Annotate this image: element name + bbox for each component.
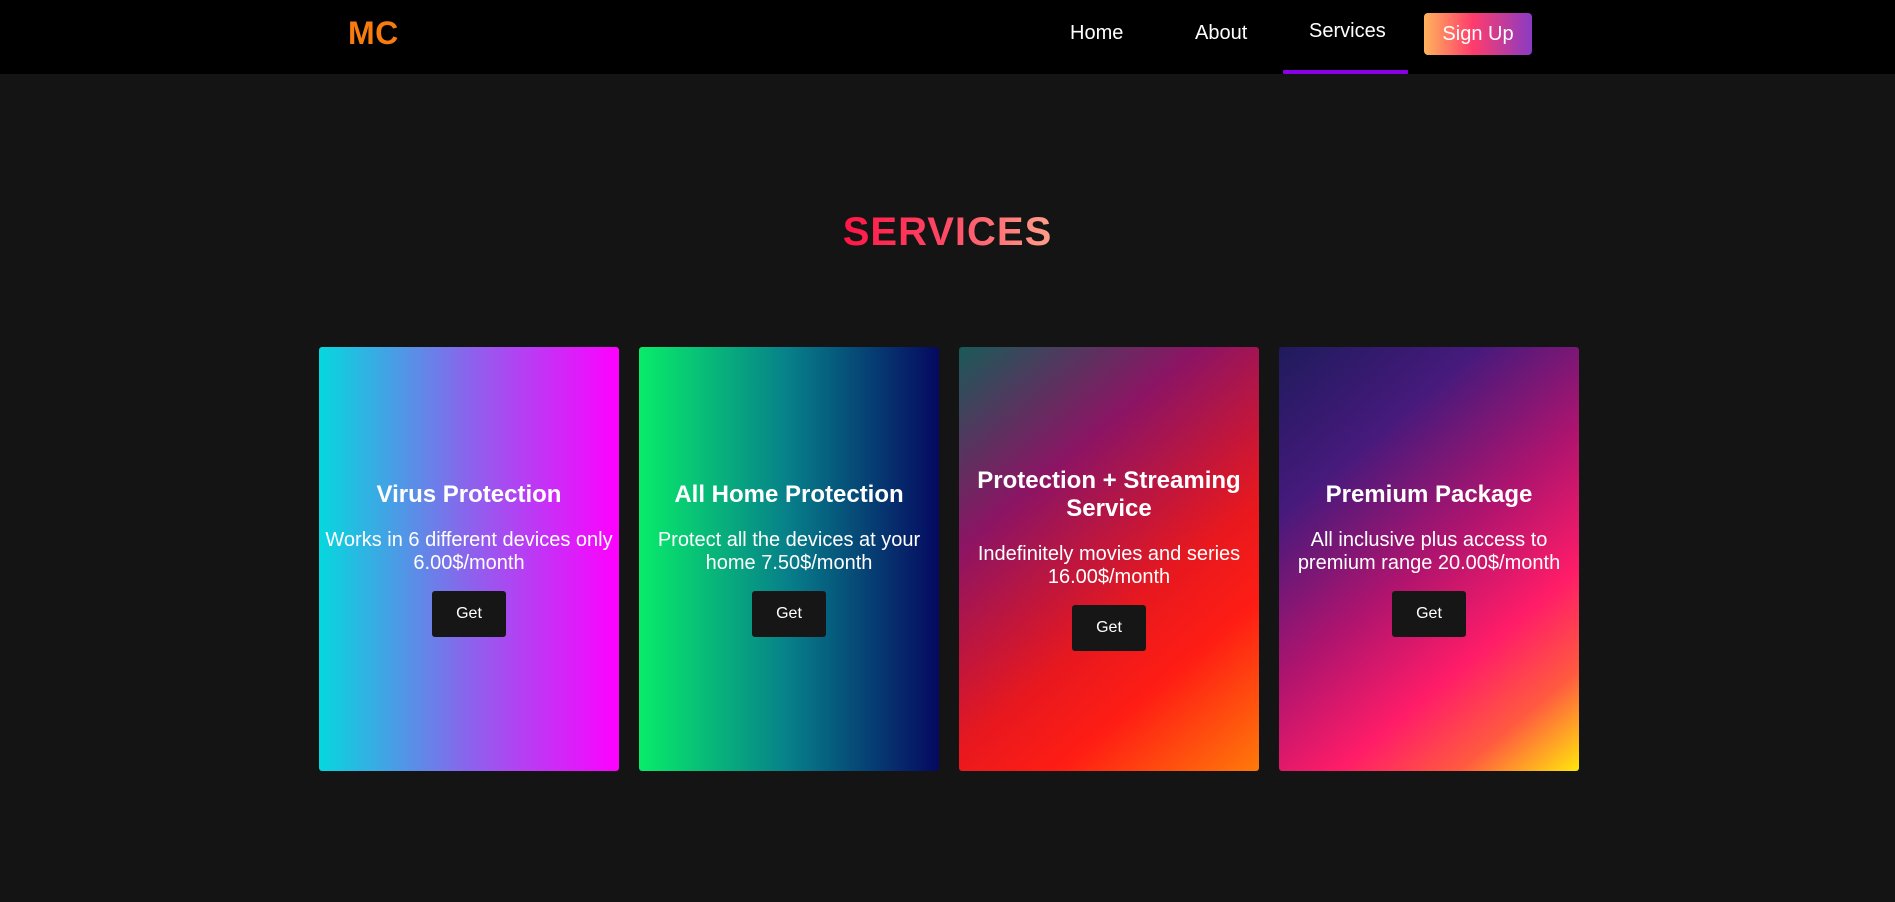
sign-up-button[interactable]: Sign Up	[1424, 13, 1532, 55]
navbar: MC Home About Services Sign Up	[0, 0, 1895, 74]
get-button[interactable]: Get	[752, 591, 826, 637]
card-description: Works in 6 different devices only 6.00$/…	[325, 529, 613, 574]
logo[interactable]: MC	[348, 15, 399, 52]
card-description: Protect all the devices at your home 7.5…	[657, 529, 921, 574]
services-heading: SERVICES	[0, 210, 1895, 255]
active-nav-indicator	[1283, 70, 1408, 74]
card-title: All Home Protection	[674, 481, 904, 508]
services-heading-text: SERVICES	[842, 210, 1053, 254]
card-title: Premium Package	[1325, 481, 1533, 508]
get-button[interactable]: Get	[1392, 591, 1466, 637]
service-card-virus-protection: Virus Protection Works in 6 different de…	[319, 347, 619, 771]
get-button[interactable]: Get	[432, 591, 506, 637]
card-description: Indefinitely movies and series 16.00$/mo…	[977, 543, 1241, 588]
service-card-all-home-protection: All Home Protection Protect all the devi…	[639, 347, 939, 771]
service-card-protection-streaming: Protection + Streaming Service Indefinit…	[959, 347, 1259, 771]
card-title: Virus Protection	[376, 481, 562, 508]
card-description: All inclusive plus access to premium ran…	[1297, 529, 1561, 574]
nav-link-services[interactable]: Services	[1309, 20, 1386, 43]
nav-link-home[interactable]: Home	[1070, 22, 1123, 45]
service-card-premium-package: Premium Package All inclusive plus acces…	[1279, 347, 1579, 771]
nav-link-about[interactable]: About	[1195, 22, 1247, 45]
get-button[interactable]: Get	[1072, 605, 1146, 651]
card-title: Protection + Streaming Service	[977, 467, 1241, 522]
